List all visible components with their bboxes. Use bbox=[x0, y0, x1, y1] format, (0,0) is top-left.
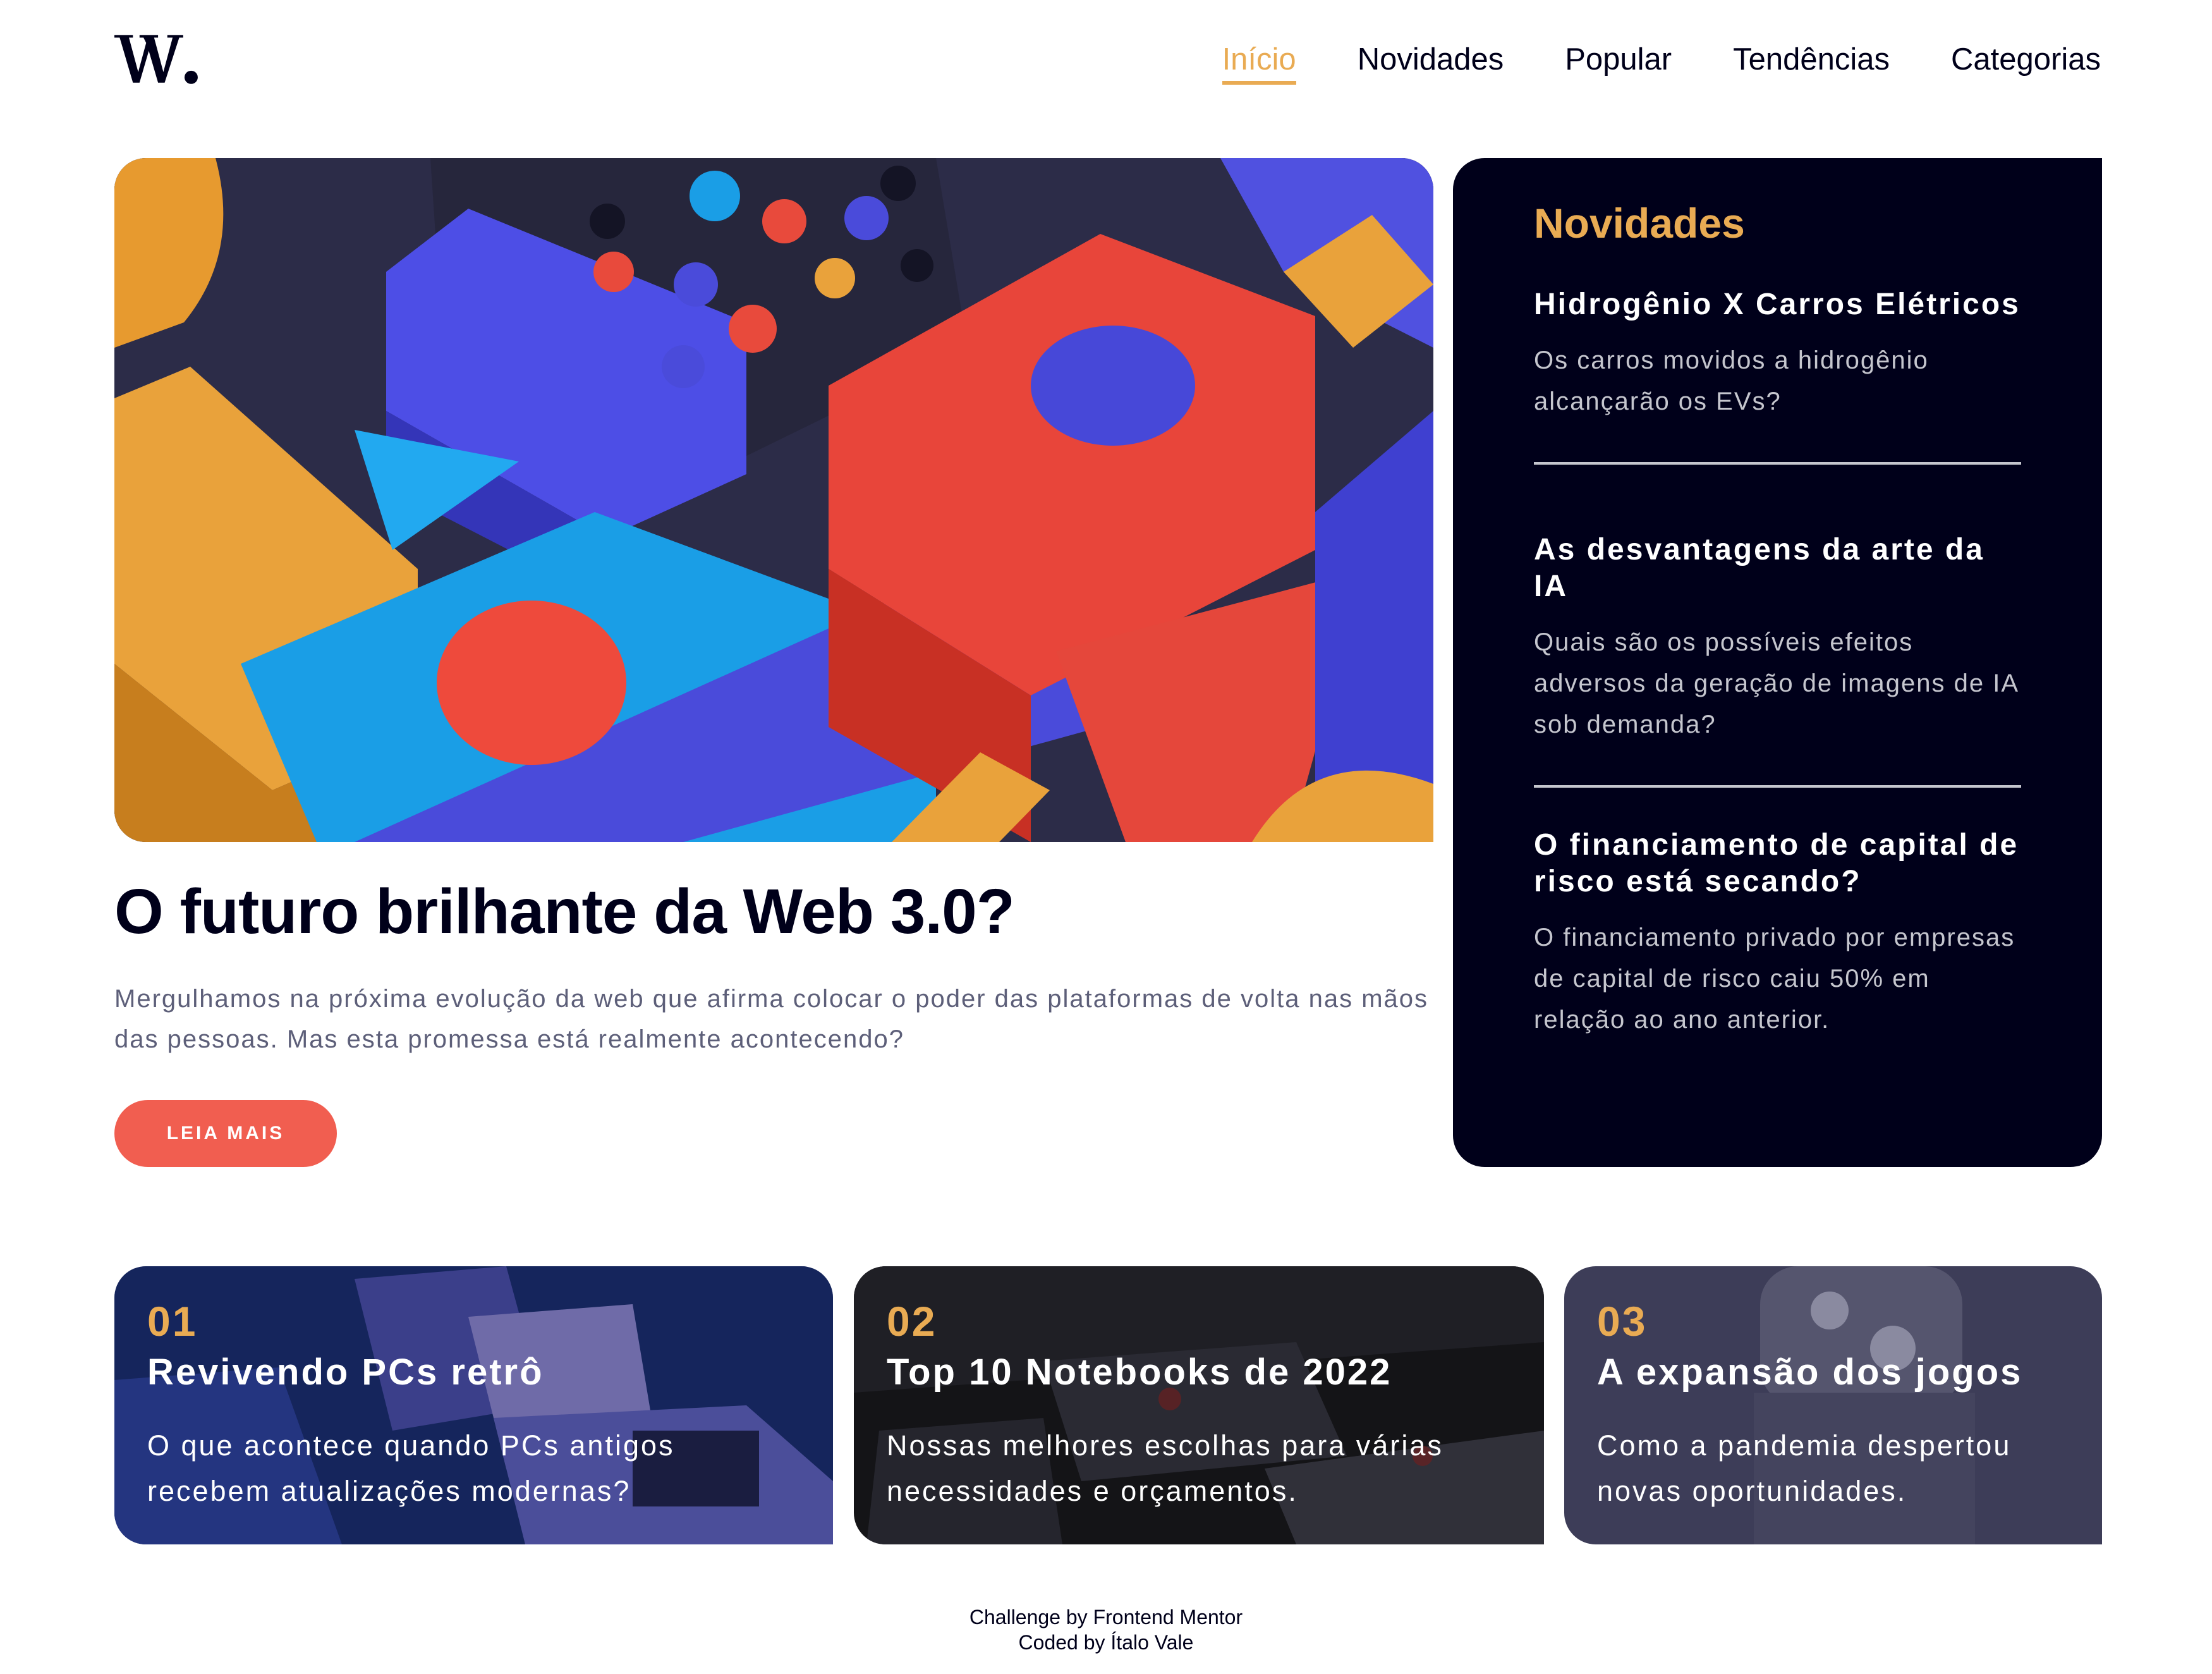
card-title: A expansão dos jogos bbox=[1597, 1352, 2023, 1393]
footer-credit-author[interactable]: Coded by Ítalo Vale bbox=[0, 1630, 2212, 1655]
nav-item-categorias[interactable]: Categorias bbox=[1951, 35, 2101, 83]
news-item[interactable]: As desvantagens da arte da IA Quais são … bbox=[1534, 532, 2021, 745]
nav-item-inicio[interactable]: Início bbox=[1222, 35, 1296, 85]
hero-image bbox=[114, 158, 1433, 842]
hero-description: Mergulhamos na próxima evolução da web q… bbox=[114, 985, 1429, 1053]
news-item-description: Quais são os possíveis efeitos adversos … bbox=[1534, 628, 2018, 738]
footer: Challenge by Frontend Mentor Coded by Ít… bbox=[0, 1604, 2212, 1655]
card-description: Como a pandemia despertou novas oportuni… bbox=[1597, 1429, 2012, 1507]
news-item-title[interactable]: O financiamento de capital de risco está… bbox=[1534, 827, 2021, 900]
article-card[interactable]: 03 A expansão dos jogos Como a pandemia … bbox=[1564, 1266, 2102, 1544]
news-item-title[interactable]: As desvantagens da arte da IA bbox=[1534, 532, 2021, 605]
footer-credit-challenge[interactable]: Challenge by Frontend Mentor bbox=[0, 1604, 2212, 1630]
read-more-button[interactable]: LEIA MAIS bbox=[114, 1100, 337, 1167]
news-divider bbox=[1534, 785, 2021, 788]
article-cards: 01 Revivendo PCs retrô O que acontece qu… bbox=[114, 1266, 2102, 1544]
main-nav: Início Novidades Popular Tendências Cate… bbox=[1222, 35, 2101, 85]
card-title: Revivendo PCs retrô bbox=[147, 1352, 544, 1393]
card-title: Top 10 Notebooks de 2022 bbox=[887, 1352, 1392, 1393]
news-item[interactable]: Hidrogênio X Carros Elétricos Os carros … bbox=[1534, 286, 2021, 422]
news-item-title[interactable]: Hidrogênio X Carros Elétricos bbox=[1534, 286, 2021, 323]
hero-title: O futuro brilhante da Web 3.0? bbox=[114, 876, 1015, 947]
card-description: O que acontece quando PCs antigos recebe… bbox=[147, 1429, 675, 1507]
card-number: 01 bbox=[147, 1298, 198, 1345]
news-item[interactable]: O financiamento de capital de risco está… bbox=[1534, 827, 2021, 1041]
card-number: 02 bbox=[887, 1298, 937, 1345]
news-item-description: O financiamento privado por empresas de … bbox=[1534, 924, 2015, 1034]
logo-mark-icon bbox=[114, 35, 198, 84]
news-heading: Novidades bbox=[1534, 200, 1745, 247]
nav-item-novidades[interactable]: Novidades bbox=[1358, 35, 1504, 83]
card-number: 03 bbox=[1597, 1298, 1648, 1345]
card-description: Nossas melhores escolhas para várias nec… bbox=[887, 1429, 1443, 1507]
nav-item-tendencias[interactable]: Tendências bbox=[1733, 35, 1890, 83]
news-item-description: Os carros movidos a hidrogênio alcançarã… bbox=[1534, 346, 1929, 415]
nav-item-popular[interactable]: Popular bbox=[1565, 35, 1672, 83]
article-card[interactable]: 01 Revivendo PCs retrô O que acontece qu… bbox=[114, 1266, 833, 1544]
article-card[interactable]: 02 Top 10 Notebooks de 2022 Nossas melho… bbox=[854, 1266, 1544, 1544]
news-panel: Novidades Hidrogênio X Carros Elétricos … bbox=[1453, 158, 2102, 1167]
news-divider bbox=[1534, 462, 2021, 465]
logo[interactable] bbox=[114, 32, 199, 86]
